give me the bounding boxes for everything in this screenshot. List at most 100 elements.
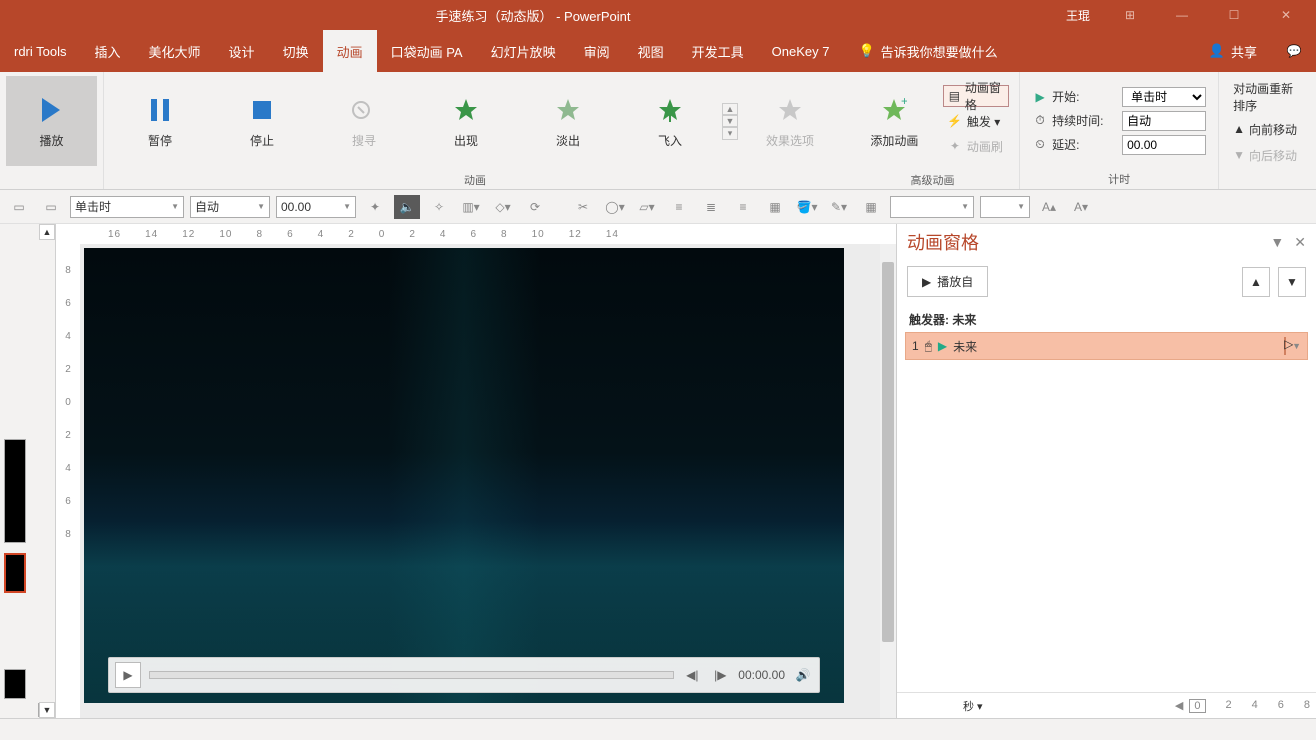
slide-canvas[interactable]: ▶ ◀| |▶ 00:00.00 🔊 (84, 248, 844, 703)
start-icon: ▶ (1032, 89, 1048, 105)
play-from-button[interactable]: ▶ 播放自 (907, 266, 988, 297)
tb2-delay-drop[interactable]: 00.00 (276, 196, 356, 218)
thumb-scroll-up[interactable]: ▲ (39, 224, 55, 240)
trigger-icon: ⚡ (947, 113, 963, 129)
delay-input[interactable] (1122, 135, 1206, 155)
tb2-size-drop[interactable] (980, 196, 1030, 218)
video-next-icon[interactable]: |▶ (710, 665, 730, 685)
anim-pane-close[interactable]: ✕ (1294, 234, 1306, 251)
minimize-button[interactable]: — (1160, 0, 1204, 30)
tab-transition[interactable]: 切换 (269, 30, 323, 72)
tb2-path-icon[interactable]: ⟳ (522, 195, 548, 219)
tb2-btn-2[interactable]: ▭ (38, 195, 64, 219)
tab-onekey[interactable]: OneKey 7 (758, 30, 844, 72)
anim-timeline-bar: ▷ (1284, 337, 1286, 355)
add-animation-icon: + (878, 94, 910, 126)
gallery-more[interactable]: ▾ (722, 127, 738, 140)
slide-thumb[interactable] (4, 669, 26, 699)
tb2-font-drop[interactable] (890, 196, 974, 218)
tb2-grid-icon[interactable]: ▦ (858, 195, 884, 219)
tab-rdri-tools[interactable]: rdri Tools (0, 30, 81, 72)
anim-pane-footer: 秒 ▾ ◀ 0 2 4 6 8 (897, 692, 1316, 718)
anim-move-down[interactable]: ▼ (1278, 267, 1306, 297)
tell-me-search[interactable]: 💡 告诉我你想要做什么 (843, 42, 1012, 61)
tab-design[interactable]: 设计 (215, 30, 269, 72)
anim-item-dropdown[interactable]: ▼ (1292, 341, 1301, 351)
effect-options-button[interactable]: 效果选项 (740, 76, 840, 166)
slide-area: 16141210864202468101214 864202468 ▶ ◀| |… (56, 224, 896, 718)
tb2-start-drop[interactable]: 单击时 (70, 196, 184, 218)
tb2-btn-1[interactable]: ▭ (6, 195, 32, 219)
video-volume-icon[interactable]: 🔊 (793, 665, 813, 685)
down-arrow-icon: ▼ (1233, 148, 1245, 162)
tb2-trap-icon[interactable]: ▱▾ (634, 195, 660, 219)
statusbar (0, 718, 1316, 740)
slide-thumb[interactable] (4, 439, 26, 543)
tb2-pen-icon[interactable]: ✎▾ (826, 195, 852, 219)
add-animation-button[interactable]: + 添加动画 (852, 76, 937, 166)
tb2-fill-icon[interactable]: 🪣▾ (794, 195, 820, 219)
tab-animation[interactable]: 动画 (323, 30, 377, 72)
seconds-dropdown[interactable]: 秒 ▾ (903, 698, 983, 714)
play-button[interactable]: 播放 (6, 76, 97, 166)
gallery-down[interactable]: ▼ (722, 115, 738, 127)
tb2-star-icon[interactable]: ✦ (362, 195, 388, 219)
trigger-button[interactable]: ⚡ 触发 ▾ (943, 110, 1009, 132)
comments-button[interactable]: 💬 (1272, 36, 1316, 66)
tb2-font-inc[interactable]: A▴ (1036, 195, 1062, 219)
stop-button[interactable]: 停止 (212, 76, 312, 166)
tab-insert[interactable]: 插入 (81, 30, 135, 72)
ruler-vertical: 864202468 (56, 244, 80, 718)
tb2-speaker-icon[interactable]: 🔈 (394, 195, 420, 219)
maximize-button[interactable]: ☐ (1212, 0, 1256, 30)
tab-slideshow[interactable]: 幻灯片放映 (477, 30, 570, 72)
tb2-shape-icon[interactable]: ◇▾ (490, 195, 516, 219)
share-button[interactable]: 👤 共享 (1194, 42, 1272, 61)
ribbon-options-icon[interactable]: ⊞ (1108, 0, 1152, 30)
animation-pane-button[interactable]: ▤ 动画窗格 (943, 85, 1009, 107)
tab-pocket-anim[interactable]: 口袋动画 PA (377, 30, 477, 72)
start-select[interactable]: 单击时 (1122, 87, 1206, 107)
tab-beautify[interactable]: 美化大师 (135, 30, 215, 72)
tb2-align-c[interactable]: ≣ (698, 195, 724, 219)
video-play-button[interactable]: ▶ (115, 662, 141, 688)
anim-group-label: 动画 (104, 170, 846, 189)
thumb-scroll-down[interactable]: ▼ (39, 702, 55, 718)
pane-icon: ▤ (948, 88, 961, 104)
tab-developer[interactable]: 开发工具 (678, 30, 758, 72)
delay-icon: ⏲ (1032, 137, 1048, 153)
tb2-font-dec[interactable]: A▾ (1068, 195, 1094, 219)
slide-thumb-selected[interactable] (4, 553, 26, 593)
video-track[interactable] (149, 671, 674, 679)
tb2-just[interactable]: ▦ (762, 195, 788, 219)
move-backward-button[interactable]: ▼ 向后移动 (1233, 144, 1302, 166)
tb2-align-l[interactable]: ≡ (666, 195, 692, 219)
slide-scrollbar[interactable] (880, 244, 896, 718)
tb2-cut-icon[interactable]: ✂ (570, 195, 596, 219)
anim-pane-options[interactable]: ▼ (1270, 234, 1284, 251)
close-button[interactable]: ✕ (1264, 0, 1308, 30)
tab-review[interactable]: 审阅 (570, 30, 624, 72)
animation-painter-button[interactable]: ✦ 动画刷 (943, 135, 1009, 157)
anim-item[interactable]: 1 🖱 ▶ 未来 ▷ ▼ (905, 332, 1308, 360)
timeline-left-icon[interactable]: ◀ (1175, 699, 1183, 712)
play-icon: ▶ (938, 339, 947, 353)
seek-button[interactable]: 搜寻 (314, 76, 414, 166)
video-prev-icon[interactable]: ◀| (682, 665, 702, 685)
appear-effect[interactable]: 出现 (416, 76, 516, 166)
flyin-effect[interactable]: 飞入 (620, 76, 720, 166)
pause-button[interactable]: 暂停 (110, 76, 210, 166)
anim-move-up[interactable]: ▲ (1242, 267, 1270, 297)
seek-icon (348, 94, 380, 126)
tb2-align-r[interactable]: ≡ (730, 195, 756, 219)
tb2-dur-drop[interactable]: 自动 (190, 196, 270, 218)
gallery-up[interactable]: ▲ (722, 103, 738, 115)
tb2-dir-icon[interactable]: ▥▾ (458, 195, 484, 219)
duration-input[interactable] (1122, 111, 1206, 131)
flyin-icon (654, 94, 686, 126)
tb2-circle-icon[interactable]: ◯▾ (602, 195, 628, 219)
move-forward-button[interactable]: ▲ 向前移动 (1233, 118, 1302, 140)
fade-effect[interactable]: 淡出 (518, 76, 618, 166)
tab-view[interactable]: 视图 (624, 30, 678, 72)
tb2-star2-icon[interactable]: ✧ (426, 195, 452, 219)
